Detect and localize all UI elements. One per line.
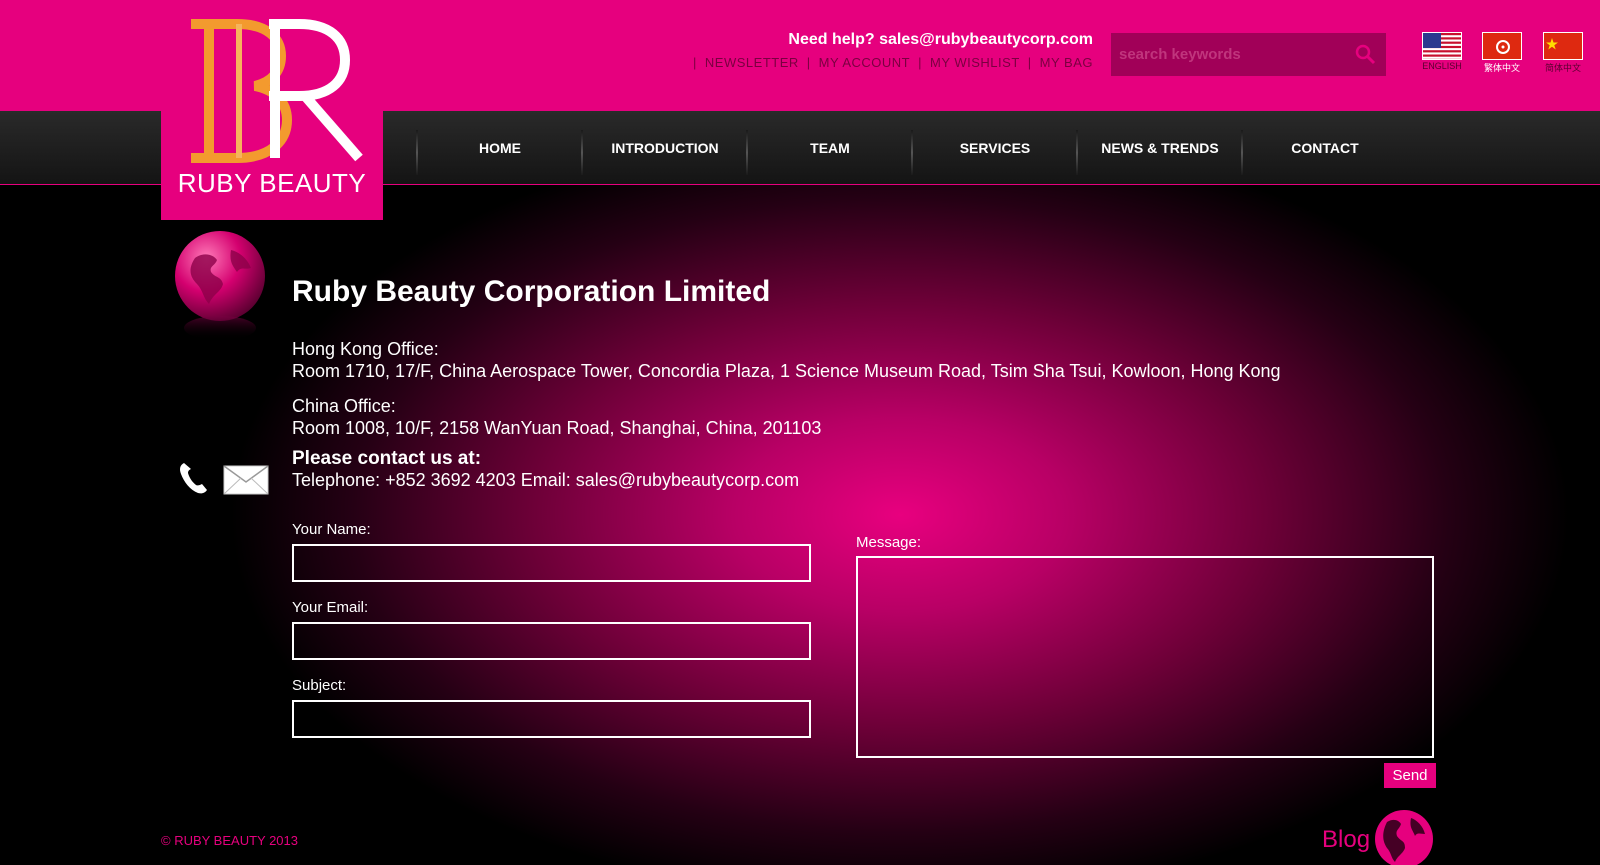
link-separator: | <box>806 55 811 70</box>
nav-introduction[interactable]: INTRODUCTION <box>583 111 747 185</box>
cn-flag-icon[interactable] <box>1543 32 1583 60</box>
contact-line: Telephone: +852 3692 4203 Email: sales@r… <box>292 470 800 490</box>
message-label: Message: <box>856 534 922 551</box>
us-flag-icon[interactable] <box>1422 32 1462 60</box>
subject-label: Subject: <box>292 677 347 694</box>
logo-br-monogram-icon <box>191 19 363 163</box>
cn-office-address: Room 1008, 10/F, 2158 WanYuan Road, Shan… <box>292 418 822 438</box>
logo-text: RUBY BEAUTY <box>177 168 367 198</box>
mail-icon <box>223 465 269 495</box>
logo[interactable]: RUBY BEAUTY <box>161 0 383 220</box>
search-icon[interactable] <box>1354 43 1376 65</box>
link-separator: | <box>918 55 922 70</box>
simplified-chinese-label[interactable]: 简体中文 <box>1528 61 1598 74</box>
company-name: Ruby Beauty Corporation Limited <box>292 275 771 308</box>
email-input[interactable] <box>292 622 811 660</box>
contact-heading: Please contact us at: <box>292 448 482 469</box>
nav-home[interactable]: HOME <box>418 111 582 185</box>
search-input[interactable] <box>1111 33 1351 76</box>
traditional-chinese-label[interactable]: 繁体中文 <box>1467 61 1537 74</box>
copyright: © RUBY BEAUTY 2013 <box>161 833 298 848</box>
top-links: | NEWSLETTER | MY ACCOUNT | MY WISHLIST | MY BA… <box>685 55 1093 70</box>
cn-office-title: China Office: <box>292 396 396 416</box>
link-separator: | <box>1027 55 1032 70</box>
my-account-link[interactable]: MY ACCOUNT <box>819 55 910 70</box>
nav-news-trends[interactable]: NEWS & TRENDS <box>1078 111 1242 185</box>
message-textarea[interactable] <box>856 556 1434 758</box>
blog-link[interactable]: Blog <box>1322 826 1370 854</box>
newsletter-link[interactable]: NEWSLETTER <box>705 55 799 70</box>
email-label: Your Email: <box>292 599 369 616</box>
link-separator: | <box>693 55 697 70</box>
nav-services[interactable]: SERVICES <box>913 111 1077 185</box>
hk-flag-icon[interactable] <box>1482 32 1522 60</box>
nav-team[interactable]: TEAM <box>748 111 912 185</box>
search-box <box>1111 33 1386 76</box>
hk-office-address: Room 1710, 17/F, China Aerospace Tower, … <box>292 361 1281 381</box>
globe-icon <box>175 231 265 340</box>
hk-office-title: Hong Kong Office: <box>292 339 439 359</box>
subject-input[interactable] <box>292 700 811 738</box>
my-bag-link[interactable]: MY BAG <box>1040 55 1093 70</box>
nav-contact[interactable]: CONTACT <box>1243 111 1407 185</box>
name-input[interactable] <box>292 544 811 582</box>
blog-globe-icon[interactable] <box>1373 808 1435 865</box>
name-label: Your Name: <box>292 521 371 538</box>
help-text[interactable]: Need help? sales@rubybeautycorp.com <box>788 31 1093 49</box>
send-button[interactable]: Send <box>1384 763 1436 788</box>
my-wishlist-link[interactable]: MY WISHLIST <box>930 55 1020 70</box>
phone-icon <box>180 463 207 494</box>
